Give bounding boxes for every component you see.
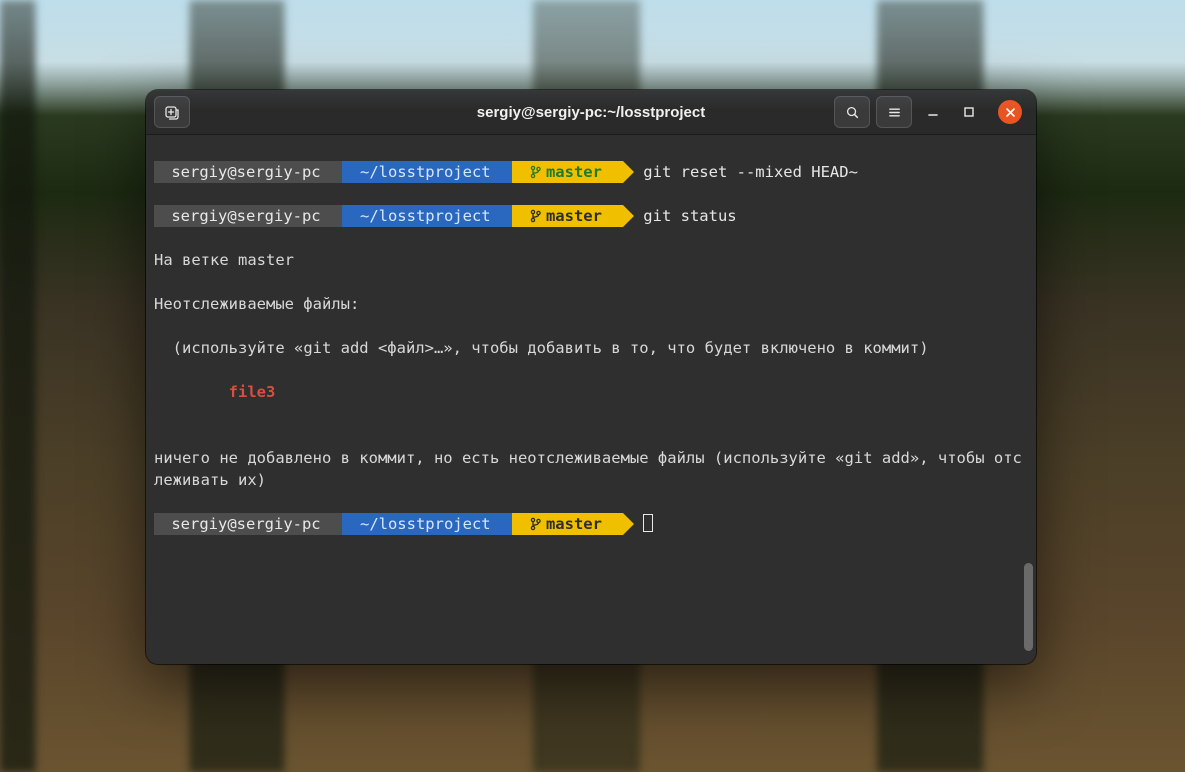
prompt-userhost: sergiy@sergiy-pc xyxy=(162,161,330,183)
maximize-button[interactable] xyxy=(954,97,984,127)
prompt-branch: master xyxy=(546,513,611,535)
prompt-userhost: sergiy@sergiy-pc xyxy=(162,205,330,227)
desktop-wallpaper: sergiy@sergiy-pc:~/losstproject xyxy=(0,0,1185,772)
untracked-file-line: file3 xyxy=(154,381,1028,403)
git-branch-icon xyxy=(530,165,542,179)
prompt-line-2: sergiy@sergiy-pc ~/losstproject master g… xyxy=(154,205,1028,227)
output-line: На ветке master xyxy=(154,249,1028,271)
minimize-button[interactable] xyxy=(918,97,948,127)
prompt-line-current: sergiy@sergiy-pc ~/losstproject master xyxy=(154,513,1028,535)
prompt-userhost: sergiy@sergiy-pc xyxy=(162,513,330,535)
output-line: ничего не добавлено в коммит, но есть не… xyxy=(154,447,1028,491)
close-icon xyxy=(1005,107,1016,118)
terminal-cursor xyxy=(643,514,653,532)
prompt-path: ~/losstproject xyxy=(360,513,500,535)
hamburger-icon xyxy=(887,105,902,120)
titlebar[interactable]: sergiy@sergiy-pc:~/losstproject xyxy=(146,90,1036,135)
search-button[interactable] xyxy=(834,96,870,128)
output-line: (используйте «git add <файл>…», чтобы до… xyxy=(154,337,1028,359)
output-line: Неотслеживаемые файлы: xyxy=(154,293,1028,315)
scrollbar-thumb[interactable] xyxy=(1024,563,1033,651)
terminal-output[interactable]: sergiy@sergiy-pc ~/losstproject master g… xyxy=(146,135,1036,664)
prompt-branch: master xyxy=(546,205,611,227)
prompt-path: ~/losstproject xyxy=(360,161,500,183)
new-tab-icon xyxy=(164,104,180,120)
prompt-branch: master xyxy=(546,161,611,183)
prompt-line-1: sergiy@sergiy-pc ~/losstproject master g… xyxy=(154,161,1028,183)
minimize-icon xyxy=(926,105,940,119)
terminal-window: sergiy@sergiy-pc:~/losstproject xyxy=(146,90,1036,664)
prompt-path: ~/losstproject xyxy=(360,205,500,227)
search-icon xyxy=(845,105,860,120)
menu-button[interactable] xyxy=(876,96,912,128)
close-button[interactable] xyxy=(998,100,1022,124)
git-branch-icon xyxy=(530,517,542,531)
git-branch-icon xyxy=(530,209,542,223)
maximize-icon xyxy=(963,106,975,118)
command-text: git reset --mixed HEAD~ xyxy=(643,163,858,181)
command-text: git status xyxy=(643,207,736,225)
new-tab-button[interactable] xyxy=(154,96,190,128)
